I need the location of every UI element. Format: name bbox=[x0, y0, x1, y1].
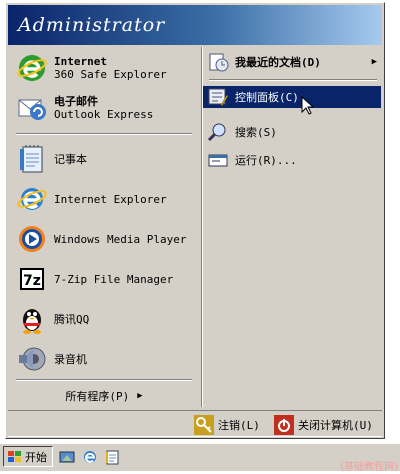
left-separator bbox=[16, 133, 192, 135]
start-label: 开始 bbox=[25, 450, 47, 464]
all-programs-label: 所有程序(P) bbox=[65, 390, 130, 403]
run-label: 运行(R)... bbox=[235, 154, 297, 167]
start-menu: Administrator Internet 360 Safe Explorer bbox=[5, 2, 385, 439]
outlook-express-icon bbox=[18, 99, 46, 120]
search-icon bbox=[207, 123, 226, 142]
program-label: 7-Zip File Manager bbox=[54, 272, 174, 286]
all-programs-button[interactable]: 所有程序(P) ▶ bbox=[8, 385, 200, 407]
program-notepad[interactable]: 记事本 bbox=[8, 141, 200, 177]
program-label: Internet Explorer bbox=[54, 192, 167, 206]
search[interactable]: 搜索(S) bbox=[203, 121, 381, 143]
7zip-icon: 7z bbox=[20, 268, 44, 290]
windows-logo-icon bbox=[8, 450, 21, 462]
program-7zip[interactable]: 7z 7-Zip File Manager bbox=[8, 261, 200, 297]
recent-documents-icon bbox=[209, 53, 229, 72]
chevron-right-icon: ▶ bbox=[137, 391, 143, 401]
qq-penguin-icon bbox=[23, 309, 41, 334]
start-button[interactable]: 开始 bbox=[3, 446, 53, 467]
control-panel-icon bbox=[208, 88, 229, 107]
program-sound-recorder[interactable]: 录音机 bbox=[8, 341, 200, 377]
pinned-item-label: Internet 360 Safe Explorer bbox=[54, 55, 167, 81]
program-label: 录音机 bbox=[54, 352, 87, 366]
power-icon bbox=[274, 415, 294, 435]
pinned-item-label: 电子邮件 Outlook Express bbox=[54, 95, 154, 121]
notepad-quicklaunch-icon[interactable] bbox=[104, 449, 120, 465]
bottom-bar: 注销(L) 关闭计算机(U) bbox=[8, 410, 382, 437]
left-pane: Internet 360 Safe Explorer 电子邮件 Outlook … bbox=[8, 47, 200, 407]
search-label: 搜索(S) bbox=[235, 126, 277, 139]
my-recent-documents[interactable]: 我最近的文档(D) ▶ bbox=[203, 51, 381, 73]
media-player-icon bbox=[19, 226, 45, 252]
shutdown-button[interactable]: 关闭计算机(U) bbox=[274, 414, 373, 436]
chevron-right-icon: ▶ bbox=[371, 57, 377, 67]
program-qq[interactable]: 腾讯QQ bbox=[8, 301, 200, 337]
logoff-label: 注销(L) bbox=[218, 419, 260, 432]
pinned-item-email[interactable]: 电子邮件 Outlook Express bbox=[8, 89, 200, 127]
control-panel[interactable]: 控制面板(C) bbox=[203, 86, 381, 108]
run-icon bbox=[208, 154, 228, 167]
program-internet-explorer[interactable]: Internet Explorer bbox=[8, 181, 200, 217]
svg-text:7z: 7z bbox=[23, 273, 41, 289]
shutdown-label: 关闭计算机(U) bbox=[298, 419, 373, 432]
my-recent-documents-label: 我最近的文档(D) bbox=[235, 56, 321, 69]
logoff-button[interactable]: 注销(L) bbox=[194, 414, 260, 436]
internet-explorer-icon bbox=[17, 188, 47, 210]
right-pane: 我最近的文档(D) ▶ 控制面板(C) 搜索(S) 运行(R)... bbox=[202, 47, 383, 407]
program-label: 腾讯QQ bbox=[54, 312, 90, 326]
show-desktop-icon[interactable] bbox=[59, 449, 75, 465]
left-separator bbox=[16, 379, 192, 381]
control-panel-label: 控制面板(C) bbox=[235, 91, 299, 104]
program-label: 记事本 bbox=[54, 152, 87, 166]
right-separator bbox=[209, 79, 377, 81]
ie-360-quicklaunch-icon[interactable] bbox=[82, 449, 98, 465]
start-menu-header: Administrator bbox=[8, 5, 382, 45]
ie-360-icon bbox=[17, 55, 47, 81]
run[interactable]: 运行(R)... bbox=[203, 149, 381, 171]
program-media-player[interactable]: Windows Media Player bbox=[8, 221, 200, 257]
notepad-icon bbox=[20, 145, 43, 173]
user-name: Administrator bbox=[18, 14, 166, 36]
program-label: Windows Media Player bbox=[54, 232, 187, 246]
mouse-cursor-icon bbox=[301, 96, 313, 115]
key-icon bbox=[194, 415, 214, 435]
sound-recorder-icon bbox=[19, 347, 46, 371]
watermark-text: (基础教程网) bbox=[340, 462, 398, 473]
pinned-item-internet[interactable]: Internet 360 Safe Explorer bbox=[8, 49, 200, 87]
